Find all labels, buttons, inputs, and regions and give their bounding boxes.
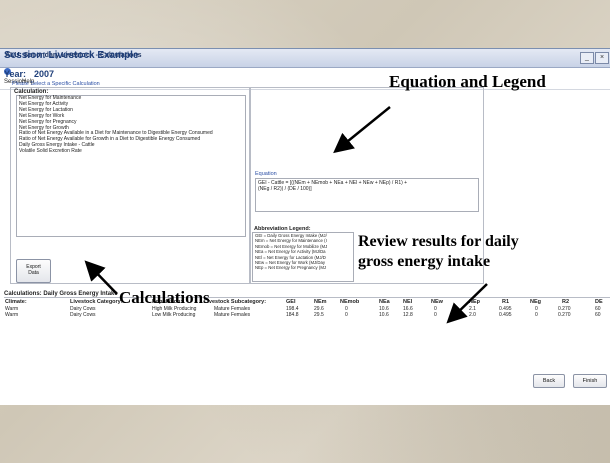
annotation-arrows [84,106,488,324]
arrow-to-results [446,283,488,324]
arrow-to-equation [333,106,391,154]
arrow-to-calculations [84,260,118,295]
